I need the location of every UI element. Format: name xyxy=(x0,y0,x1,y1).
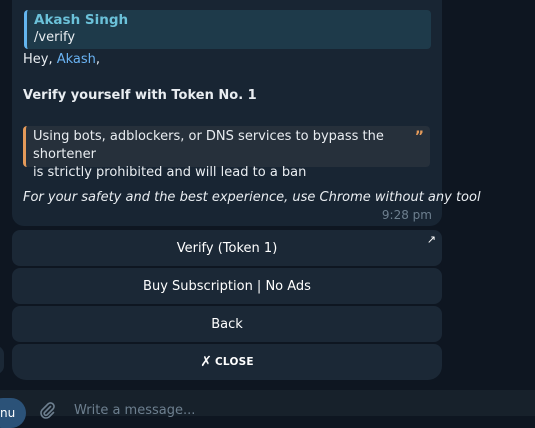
message-bubble: Akash Singh /verify Hey, Akash, Verify y… xyxy=(12,0,481,226)
chat-area: Akash Singh /verify Hey, Akash, Verify y… xyxy=(0,0,535,390)
back-button[interactable]: Back xyxy=(12,306,442,342)
scroll-side-button[interactable] xyxy=(0,346,4,374)
message-time: 9:28 pm xyxy=(381,208,432,222)
warning-quote: Using bots, adblockers, or DNS services … xyxy=(23,126,430,180)
message-heading: Verify yourself with Token No. 1 xyxy=(23,88,257,103)
close-icon: ✗ xyxy=(200,354,213,370)
attach-icon[interactable] xyxy=(37,400,57,420)
close-button[interactable]: ✗ CLOSE xyxy=(12,344,442,380)
reply-text: /verify xyxy=(34,30,76,45)
external-link-icon: ↗ xyxy=(426,233,436,246)
close-button-label: CLOSE xyxy=(215,356,254,368)
reply-sender: Akash Singh xyxy=(34,12,129,28)
menu-button[interactable]: nu xyxy=(0,398,26,428)
back-button-label: Back xyxy=(211,316,243,332)
reply-preview[interactable]: Akash Singh /verify xyxy=(24,10,431,49)
message-composer: nu Write a message... xyxy=(0,390,535,428)
verify-button[interactable]: Verify (Token 1) ↗ xyxy=(12,230,442,266)
mention-link[interactable]: Akash xyxy=(57,52,96,67)
verify-button-label: Verify (Token 1) xyxy=(176,240,278,256)
menu-button-label: nu xyxy=(0,406,16,420)
greeting: Hey, Akash, xyxy=(23,51,100,69)
buy-subscription-button[interactable]: Buy Subscription | No Ads xyxy=(12,268,442,304)
quote-mark-icon: ” xyxy=(414,129,424,145)
quote-line-1: Using bots, adblockers, or DNS services … xyxy=(33,129,384,162)
quote-line-2: is strictly prohibited and will lead to … xyxy=(33,165,307,180)
safety-note: For your safety and the best experience,… xyxy=(23,190,481,205)
greeting-prefix: Hey, xyxy=(23,52,57,67)
buy-subscription-label: Buy Subscription | No Ads xyxy=(143,278,311,294)
greeting-suffix: , xyxy=(95,52,101,67)
